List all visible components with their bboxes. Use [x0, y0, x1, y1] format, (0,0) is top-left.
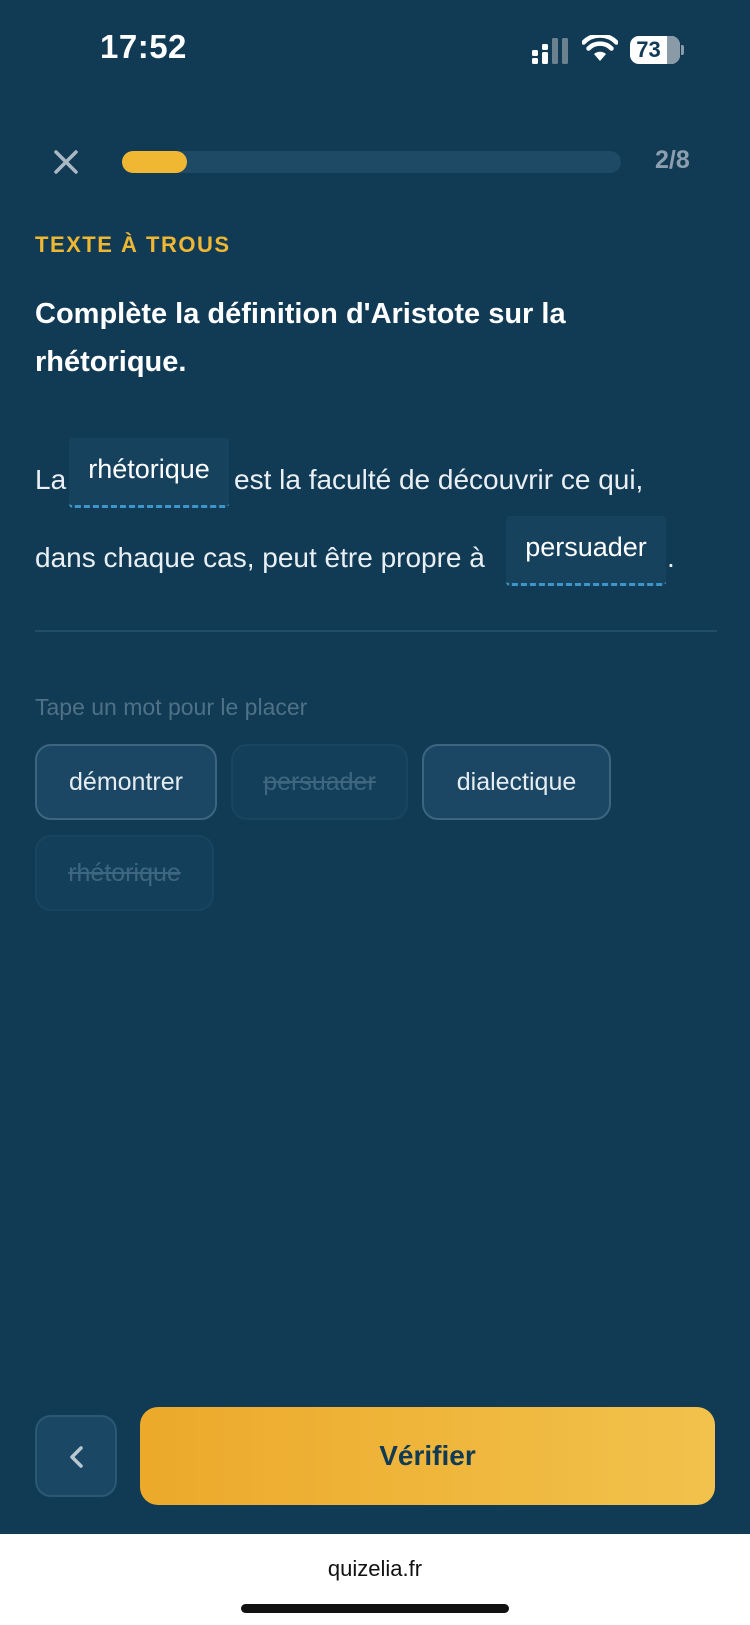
browser-url-bar: quizelia.fr: [0, 1534, 750, 1625]
battery-percentage: 73: [636, 37, 661, 62]
question-counter: 2/8: [655, 146, 690, 174]
sentence-text: est la faculté de découvrir ce qui,: [234, 464, 644, 495]
close-icon[interactable]: [46, 142, 86, 182]
blank-slot-2[interactable]: persuader: [506, 516, 666, 586]
sentence-line-2: dans chaque cas, peut être propre à pers…: [35, 516, 725, 594]
word-chip-dialectique[interactable]: dialectique: [422, 744, 611, 820]
exercise-type-label: TEXTE À TROUS: [35, 232, 231, 257]
divider: [35, 630, 717, 632]
cellular-signal-icon: [532, 38, 568, 64]
progress-bar-fill: [122, 151, 187, 173]
question-prompt: Complète la définition d'Aristote sur la…: [35, 298, 566, 378]
quiz-screen: 17:52 73 2/8 TEXTE À TROUS Complète la d…: [0, 0, 750, 1534]
word-bank-hint: Tape un mot pour le placer: [35, 694, 308, 720]
word-chip-persuader-used[interactable]: persuader: [231, 744, 408, 820]
sentence-text: La: [35, 464, 67, 495]
progress-bar: [122, 151, 621, 173]
status-time: 17:52: [100, 28, 187, 65]
sentence-line-1: La rhétorique est la faculté de découvri…: [35, 438, 725, 516]
blank-slot-1-word: rhétorique: [88, 454, 210, 484]
blank-slot-1[interactable]: rhétorique: [69, 438, 229, 508]
wifi-icon: [582, 35, 618, 61]
word-chip-rhetorique-used[interactable]: rhétorique: [35, 835, 214, 911]
word-chip-demontrer[interactable]: démontrer: [35, 744, 217, 820]
blank-slot-2-word: persuader: [525, 532, 647, 562]
sentence-text: .: [667, 542, 675, 573]
battery-icon: 73: [630, 36, 684, 64]
sentence-text: dans chaque cas, peut être propre à: [35, 542, 485, 573]
chevron-left-icon: [70, 1446, 83, 1468]
url-text[interactable]: quizelia.fr: [0, 1556, 750, 1582]
back-button[interactable]: [35, 1415, 117, 1497]
fill-in-sentence: La rhétorique est la faculté de découvri…: [35, 438, 725, 594]
verify-button[interactable]: Vérifier: [140, 1407, 715, 1505]
home-indicator[interactable]: [241, 1604, 509, 1613]
